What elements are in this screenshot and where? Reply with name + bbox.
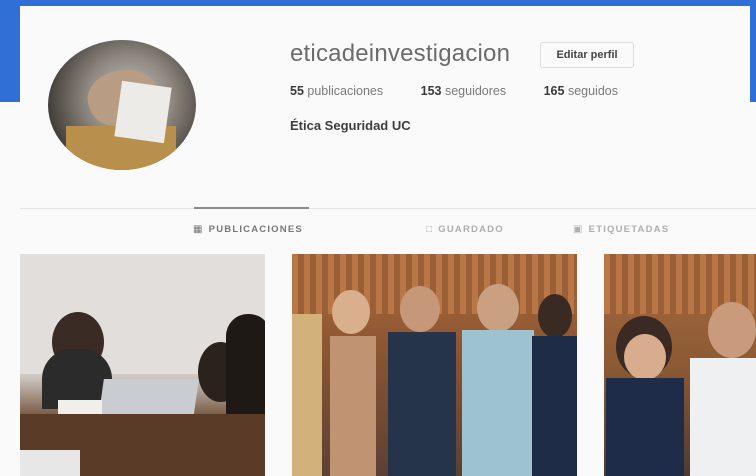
tab-label: ETIQUETADAS <box>588 224 670 235</box>
tab-label: PUBLICACIONES <box>208 224 303 235</box>
stat-posts-count: 55 <box>290 84 304 98</box>
tab-publicaciones[interactable]: ▦ PUBLICACIONES <box>193 224 303 235</box>
edit-profile-button[interactable]: Editar perfil <box>540 42 634 68</box>
photo-person-shirt <box>462 330 534 476</box>
photo-person-face <box>624 334 666 380</box>
tab-etiquetadas[interactable]: ▣ ETIQUETADAS <box>573 224 669 235</box>
stat-followers-label: seguidores <box>444 84 507 98</box>
grid-icon: ▦ <box>193 224 204 235</box>
photo-person-body <box>606 378 684 476</box>
stat-followers-count: 153 <box>420 84 442 98</box>
avatar-paper <box>114 80 172 144</box>
photo-person-hair <box>538 294 572 338</box>
profile-full-name: Ética Seguridad UC <box>290 118 411 133</box>
tag-icon: ▣ <box>573 224 584 235</box>
profile-stats: 55 publicaciones 153 seguidores 165 segu… <box>290 84 652 98</box>
photo-person-face <box>708 302 756 358</box>
photo-person-body <box>532 336 577 476</box>
post-thumbnail[interactable] <box>20 254 265 476</box>
tab-label: GUARDADO <box>438 224 504 235</box>
profile-avatar[interactable] <box>48 40 196 170</box>
photo-paper <box>58 400 102 414</box>
photo-person-suit <box>388 332 456 476</box>
bookmark-icon: □ <box>426 224 434 235</box>
stat-following-label: seguidos <box>567 84 618 98</box>
post-thumbnail[interactable] <box>292 254 577 476</box>
profile-username: eticadeinvestigacion <box>290 40 511 67</box>
stat-following-count: 165 <box>543 84 565 98</box>
photo-person-face <box>400 286 440 332</box>
active-tab-indicator <box>194 207 309 209</box>
window-frame-left <box>0 0 20 102</box>
photo-person-coat <box>292 314 322 476</box>
photo-notebook <box>20 450 80 476</box>
post-thumbnail[interactable] <box>604 254 756 476</box>
photo-person-face <box>332 290 370 334</box>
tabs-divider <box>20 208 756 209</box>
stat-following[interactable]: 165 seguidos <box>544 84 618 98</box>
window-frame-right <box>750 0 756 102</box>
photo-person-body <box>330 336 376 476</box>
tab-guardado[interactable]: □ GUARDADO <box>426 224 504 235</box>
stat-followers[interactable]: 153 seguidores <box>421 84 507 98</box>
photo-person-face <box>477 284 519 332</box>
photo-person-shirt <box>690 358 756 476</box>
stat-posts-label: publicaciones <box>307 84 384 98</box>
stat-posts[interactable]: 55 publicaciones <box>290 84 383 98</box>
